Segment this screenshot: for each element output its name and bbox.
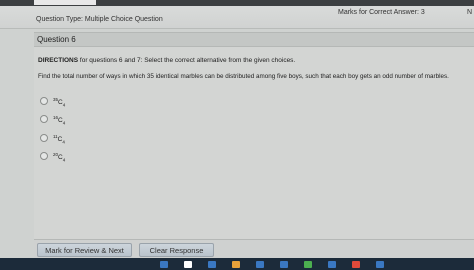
question-title-bar: Question 6 <box>34 32 474 47</box>
taskbar-app-icon[interactable] <box>352 261 360 268</box>
option-1-radio[interactable] <box>40 97 48 105</box>
taskbar-app-icon[interactable] <box>376 261 384 268</box>
taskbar-app-icon[interactable] <box>304 261 312 268</box>
question-panel: DIRECTIONS for questions 6 and 7: Select… <box>34 47 474 239</box>
taskbar-app-icon[interactable] <box>256 261 264 268</box>
option-4-radio[interactable] <box>40 152 48 160</box>
option-4[interactable]: 20C4 <box>40 150 65 162</box>
option-3-label: 11C4 <box>53 133 65 145</box>
taskbar-app-icon[interactable] <box>232 261 240 268</box>
directions-label: DIRECTIONS <box>38 57 79 64</box>
question-text: Find the total number of ways in which 3… <box>38 73 449 80</box>
option-4-label: 20C4 <box>53 151 66 163</box>
taskbar-app-icon[interactable] <box>208 261 216 268</box>
option-2-label: 16C4 <box>53 114 66 126</box>
taskbar-app-icon[interactable] <box>328 261 336 268</box>
taskbar-app-icon[interactable] <box>160 261 168 268</box>
taskbar-app-icon[interactable] <box>184 261 192 268</box>
taskbar-app-icon[interactable] <box>280 261 288 268</box>
clear-response-button[interactable]: Clear Response <box>139 243 214 257</box>
option-2-radio[interactable] <box>40 115 48 123</box>
directions-body: for questions 6 and 7: Select the correc… <box>78 57 296 64</box>
mark-for-review-button[interactable]: Mark for Review & Next <box>37 243 132 257</box>
option-1-label: 35C4 <box>53 96 66 108</box>
action-footer: Mark for Review & Next Clear Response <box>34 239 474 259</box>
option-3[interactable]: 11C4 <box>40 132 65 144</box>
taskbar <box>0 258 474 270</box>
question-title: Question 6 <box>37 35 76 44</box>
option-3-radio[interactable] <box>40 134 48 142</box>
question-type-label: Question Type: Multiple Choice Question <box>36 16 163 23</box>
browser-tab[interactable] <box>34 0 96 5</box>
cut-off-label: N <box>466 9 472 16</box>
option-2[interactable]: 16C4 <box>40 113 65 125</box>
directions-text: DIRECTIONS for questions 6 and 7: Select… <box>38 57 295 64</box>
question-header: Question Type: Multiple Choice Question … <box>0 6 474 29</box>
option-1[interactable]: 35C4 <box>40 95 65 107</box>
marks-label: Marks for Correct Answer: 3 <box>338 9 425 16</box>
